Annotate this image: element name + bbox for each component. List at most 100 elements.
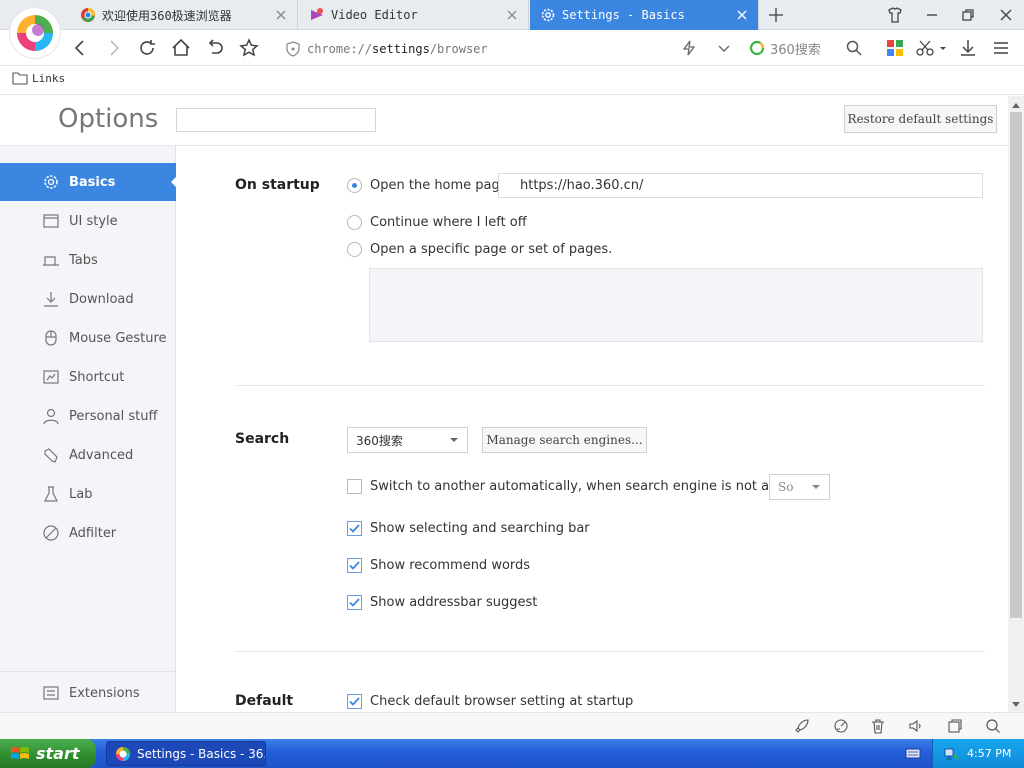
close-icon[interactable] [275, 9, 287, 21]
search-icon[interactable] [845, 39, 863, 57]
home-page-url-field[interactable]: https://hao.360.cn/ [498, 173, 983, 198]
checkbox-label: Check default browser setting at startup [370, 694, 634, 709]
sidebar-item-adfilter[interactable]: Adfilter [0, 514, 176, 552]
lightning-icon[interactable] [680, 39, 698, 57]
sidebar-item-label: Personal stuff [69, 408, 158, 424]
radio-open-home[interactable]: Open the home page [347, 178, 508, 193]
sidebar-item-extensions[interactable]: Extensions [0, 674, 176, 712]
sidebar-item-label: Advanced [69, 447, 134, 463]
tab-settings[interactable]: Settings - Basics [530, 0, 759, 30]
tab-video-editor[interactable]: Video Editor [299, 0, 529, 30]
scroll-up-icon[interactable] [1010, 100, 1022, 110]
checkbox[interactable] [347, 479, 362, 494]
extensions-icon [43, 686, 59, 700]
system-tray: 4:57 PM [932, 739, 1024, 768]
checkbox-selecting-bar[interactable]: Show selecting and searching bar [347, 521, 590, 536]
undo-icon[interactable] [204, 37, 226, 59]
bookmark-folder-links[interactable]: Links [12, 71, 65, 85]
check-icon [349, 561, 360, 570]
download-icon[interactable] [958, 38, 978, 58]
volume-icon[interactable] [908, 718, 924, 734]
sidebar-item-label: Lab [69, 486, 93, 502]
browser-logo[interactable] [10, 8, 60, 58]
rocket-icon[interactable] [794, 718, 810, 734]
wrench-icon [44, 448, 58, 463]
apps-icon[interactable] [886, 39, 904, 57]
fallback-engine-select[interactable]: So [769, 474, 830, 500]
reload-icon[interactable] [136, 37, 158, 59]
checkbox-default-browser[interactable]: Check default browser setting at startup [347, 694, 633, 709]
sidebar-item-label: UI style [69, 213, 118, 229]
checkbox[interactable] [347, 521, 362, 536]
minimize-icon[interactable] [922, 5, 942, 25]
mouse-icon [45, 330, 57, 346]
scrollbar-thumb[interactable] [1010, 112, 1022, 618]
scissors-icon[interactable] [916, 39, 946, 57]
search-engine-select[interactable]: 360搜索 [347, 427, 468, 453]
keyboard-icon[interactable] [905, 746, 921, 760]
checkbox-label: Show recommend words [370, 558, 531, 573]
radio-button[interactable] [347, 178, 362, 193]
sidebar-item-basics[interactable]: Basics [0, 163, 177, 201]
tab-label: Settings - Basics [562, 8, 685, 22]
network-icon[interactable] [943, 746, 959, 762]
radio-button[interactable] [347, 242, 362, 257]
speed-icon[interactable] [833, 718, 849, 734]
manage-search-engines-button[interactable]: Manage search engines... [482, 427, 647, 453]
sidebar-item-download[interactable]: Download [0, 280, 176, 318]
checkbox[interactable] [347, 694, 362, 709]
start-button[interactable]: start [0, 739, 96, 768]
restore-icon[interactable] [958, 5, 978, 25]
menu-icon[interactable] [991, 38, 1011, 58]
person-icon [43, 408, 59, 425]
back-icon[interactable] [69, 37, 91, 59]
forward-icon[interactable] [103, 37, 125, 59]
skin-icon[interactable] [885, 5, 905, 25]
search-engine-box[interactable]: 360搜索 [748, 37, 821, 59]
radio-specific-pages[interactable]: Open a specific page or set of pages. [347, 242, 612, 257]
close-icon[interactable] [506, 9, 518, 21]
dropdown-arrow-icon [450, 438, 458, 442]
address-bar[interactable]: chrome://settings/browser [285, 38, 685, 60]
checkbox-addressbar-suggest[interactable]: Show addressbar suggest [347, 595, 537, 610]
sidebar-item-shortcut[interactable]: Shortcut [0, 358, 176, 396]
section-title-default: Default [235, 693, 294, 709]
bookmarks-bar [0, 66, 1024, 95]
radio-button[interactable] [347, 215, 362, 230]
sidebar-item-label: Mouse Gesture [69, 330, 167, 346]
sidebar-item-label: Adfilter [69, 525, 117, 541]
radio-continue[interactable]: Continue where I left off [347, 215, 527, 230]
specific-pages-list[interactable] [369, 268, 983, 342]
flask-icon [44, 486, 58, 502]
shortcut-icon [43, 370, 59, 384]
restore-defaults-button[interactable]: Restore default settings [844, 105, 997, 133]
checkbox-recommend-words[interactable]: Show recommend words [347, 558, 530, 573]
tab-welcome[interactable]: 欢迎使用360极速浏览器 [70, 0, 298, 30]
sidebar-item-ui-style[interactable]: UI style [0, 202, 176, 240]
sidebar-item-personal-stuff[interactable]: Personal stuff [0, 397, 176, 435]
gear-icon [44, 175, 58, 189]
clock: 4:57 PM [967, 747, 1012, 760]
select-value: 360搜索 [356, 433, 403, 448]
close-icon[interactable] [736, 9, 748, 21]
window-icon[interactable] [947, 718, 963, 734]
zoom-icon[interactable] [985, 718, 1001, 734]
sidebar-item-label: Shortcut [69, 369, 125, 385]
sidebar-item-lab[interactable]: Lab [0, 475, 176, 513]
checkbox[interactable] [347, 595, 362, 610]
sidebar-item-advanced[interactable]: Advanced [0, 436, 176, 474]
checkbox-auto-switch[interactable]: Switch to another automatically, when se… [347, 479, 820, 494]
check-icon [349, 697, 360, 706]
home-icon[interactable] [170, 37, 192, 59]
options-search-input[interactable] [176, 108, 376, 132]
trash-icon[interactable] [870, 718, 886, 734]
new-tab-icon[interactable] [767, 6, 785, 24]
sidebar-item-mouse-gesture[interactable]: Mouse Gesture [0, 319, 176, 357]
sidebar-item-tabs[interactable]: Tabs [0, 241, 176, 279]
checkbox[interactable] [347, 558, 362, 573]
chevron-down-icon[interactable] [715, 39, 733, 57]
scroll-down-icon[interactable] [1010, 700, 1022, 710]
close-window-icon[interactable] [996, 5, 1016, 25]
taskbar-item-browser[interactable]: Settings - Basics - 36... [106, 741, 266, 766]
star-icon[interactable] [238, 37, 260, 59]
